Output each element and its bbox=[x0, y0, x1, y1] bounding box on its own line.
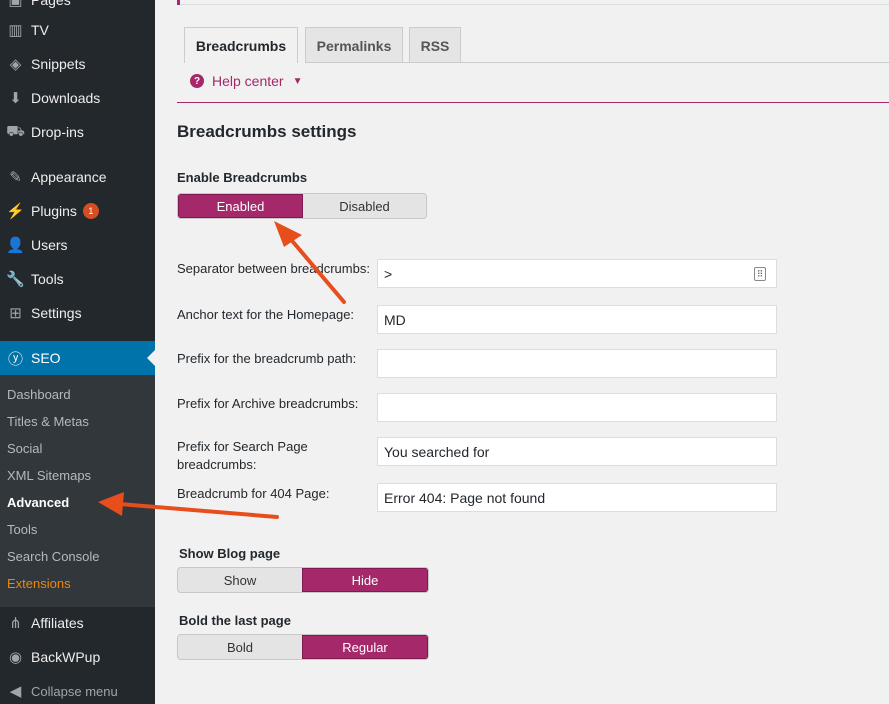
404-breadcrumb-label: Breadcrumb for 404 Page: bbox=[177, 486, 330, 501]
menu-plugins[interactable]: ⚡ Plugins 1 bbox=[0, 194, 155, 228]
menu-users[interactable]: 👤 Users bbox=[0, 228, 155, 262]
caret-down-icon: ▼ bbox=[292, 75, 303, 87]
submenu-advanced[interactable]: Advanced bbox=[7, 495, 69, 510]
submenu-extensions[interactable]: Extensions bbox=[7, 576, 71, 591]
search-prefix-input[interactable]: You searched for bbox=[377, 437, 777, 466]
homepage-anchor-input[interactable]: MD bbox=[377, 305, 777, 334]
enable-breadcrumbs-toggle: Enabled Disabled bbox=[177, 193, 427, 219]
submenu-titles-metas[interactable]: Titles & Metas bbox=[7, 414, 89, 429]
film-icon: ▥ bbox=[8, 22, 23, 39]
submenu-social[interactable]: Social bbox=[7, 441, 42, 456]
share-icon: ⋔ bbox=[9, 615, 22, 632]
menu-label: Drop-ins bbox=[31, 124, 84, 140]
backwpup-icon: ◉ bbox=[8, 649, 23, 666]
menu-downloads[interactable]: ⬇ Downloads bbox=[0, 81, 155, 115]
breadcrumb-prefix-label: Prefix for the breadcrumb path: bbox=[177, 351, 357, 366]
question-icon: ? bbox=[190, 74, 204, 88]
seo-submenu: Dashboard Titles & Metas Social XML Site… bbox=[0, 375, 155, 607]
regular-option[interactable]: Regular bbox=[302, 635, 428, 659]
user-icon: 👤 bbox=[6, 237, 25, 254]
menu-dropins[interactable]: ⛟ Drop-ins bbox=[0, 115, 155, 149]
collapse-icon: ◀ bbox=[9, 683, 22, 700]
homepage-anchor-label: Anchor text for the Homepage: bbox=[177, 307, 355, 322]
keyboard-icon: ⠿ bbox=[754, 267, 766, 281]
download-icon: ⬇ bbox=[9, 90, 22, 107]
menu-label: Users bbox=[31, 237, 68, 253]
menu-tv[interactable]: ▥ TV bbox=[0, 13, 155, 47]
menu-seo[interactable]: ⓨ SEO bbox=[0, 341, 155, 375]
menu-label: TV bbox=[31, 22, 49, 38]
submenu-search-console[interactable]: Search Console bbox=[7, 549, 100, 564]
menu-label: Collapse menu bbox=[31, 683, 118, 699]
tab-rss[interactable]: RSS bbox=[409, 27, 461, 63]
yoast-icon: ⓨ bbox=[7, 350, 23, 368]
plugin-icon: ⚡ bbox=[6, 203, 25, 220]
paintbrush-icon: ✎ bbox=[9, 169, 22, 186]
enabled-option[interactable]: Enabled bbox=[178, 194, 303, 218]
admin-sidebar: ▣ Pages ▥ TV ◈ Snippets ⬇ Downloads ⛟ Dr… bbox=[0, 0, 155, 704]
search-prefix-label: Prefix for Search Page breadcrumbs: bbox=[177, 439, 308, 472]
cart-icon: ⛟ bbox=[6, 122, 25, 140]
show-blog-toggle: Show Hide bbox=[177, 567, 429, 593]
bold-last-page-label: Bold the last page bbox=[179, 613, 291, 628]
menu-label: Plugins bbox=[31, 203, 77, 219]
help-divider bbox=[177, 102, 889, 103]
main-content: Breadcrumbs Permalinks RSS ? Help center… bbox=[155, 0, 889, 704]
enable-breadcrumbs-label: Enable Breadcrumbs bbox=[177, 170, 308, 185]
separator-value: > bbox=[384, 266, 393, 282]
hide-option[interactable]: Hide bbox=[302, 568, 428, 592]
top-divider bbox=[177, 0, 889, 5]
menu-label: Snippets bbox=[31, 56, 86, 72]
show-blog-label: Show Blog page bbox=[179, 546, 281, 561]
menu-snippets[interactable]: ◈ Snippets bbox=[0, 47, 155, 81]
menu-affiliates[interactable]: ⋔ Affiliates bbox=[0, 606, 155, 640]
pages-icon: ▣ bbox=[8, 0, 23, 9]
404-breadcrumb-input[interactable]: Error 404: Page not found bbox=[377, 483, 777, 512]
menu-backwpup[interactable]: ◉ BackWPup bbox=[0, 640, 155, 674]
submenu-tools[interactable]: Tools bbox=[7, 522, 37, 537]
menu-label: Affiliates bbox=[31, 615, 84, 631]
menu-settings[interactable]: ⊞ Settings bbox=[0, 296, 155, 330]
menu-tools[interactable]: 🔧 Tools bbox=[0, 262, 155, 296]
menu-label: Settings bbox=[31, 305, 82, 321]
accent-mark bbox=[177, 0, 180, 5]
bold-last-page-toggle: Bold Regular bbox=[177, 634, 429, 660]
help-center-label: Help center bbox=[212, 73, 284, 89]
tab-permalinks[interactable]: Permalinks bbox=[305, 27, 403, 63]
bold-option[interactable]: Bold bbox=[178, 635, 302, 659]
settings-icon: ⊞ bbox=[9, 305, 22, 322]
menu-label: Downloads bbox=[31, 90, 101, 106]
submenu-xml-sitemaps[interactable]: XML Sitemaps bbox=[7, 468, 91, 483]
menu-label: Pages bbox=[31, 0, 71, 8]
collapse-menu-button[interactable]: ◀ Collapse menu bbox=[0, 674, 155, 704]
menu-label: BackWPup bbox=[31, 649, 101, 665]
wrench-icon: 🔧 bbox=[6, 271, 25, 288]
show-option[interactable]: Show bbox=[178, 568, 302, 592]
tab-breadcrumbs[interactable]: Breadcrumbs bbox=[184, 27, 298, 63]
menu-appearance[interactable]: ✎ Appearance bbox=[0, 160, 155, 194]
separator-label: Separator between breadcrumbs: bbox=[177, 261, 370, 276]
disabled-option[interactable]: Disabled bbox=[303, 194, 426, 218]
snippet-icon: ◈ bbox=[9, 56, 22, 73]
archive-prefix-label: Prefix for Archive breadcrumbs: bbox=[177, 396, 359, 411]
tab-baseline bbox=[305, 62, 889, 63]
submenu-dashboard[interactable]: Dashboard bbox=[7, 387, 71, 402]
menu-label: Tools bbox=[31, 271, 64, 287]
menu-label: SEO bbox=[31, 350, 61, 366]
update-count-badge: 1 bbox=[82, 203, 99, 219]
breadcrumb-prefix-input[interactable] bbox=[377, 349, 777, 378]
archive-prefix-input[interactable] bbox=[377, 393, 777, 422]
menu-label: Appearance bbox=[31, 169, 107, 185]
separator-input[interactable]: > ⠿ bbox=[377, 259, 777, 288]
section-title: Breadcrumbs settings bbox=[177, 122, 357, 141]
help-center-toggle[interactable]: ? Help center ▼ bbox=[190, 73, 303, 89]
